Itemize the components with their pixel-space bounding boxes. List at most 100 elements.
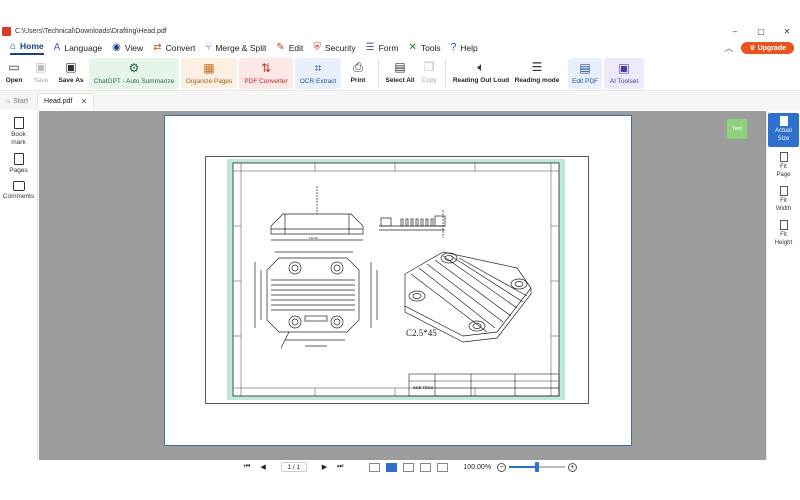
save-label: Save: [33, 77, 49, 84]
chamfer-note: C2.5*45: [406, 328, 437, 338]
menu-help[interactable]: ? Help: [451, 42, 478, 53]
ai-toolset-button[interactable]: ▣ AI Toolset: [604, 58, 644, 89]
upgrade-button[interactable]: ♛ Upgrade: [741, 41, 794, 54]
menu-tools[interactable]: ✕ Tools: [408, 42, 440, 53]
zoom-slider[interactable]: [509, 462, 566, 472]
next-page-button[interactable]: ▶: [322, 463, 327, 471]
actual-size-button[interactable]: Actual Size: [768, 113, 799, 147]
menu-label: Tools: [420, 42, 441, 53]
status-bar: ⏮ ◀ 1 / 1 ▶ ⏭ 100.00% − +: [0, 460, 800, 474]
menu-label: Form: [378, 42, 399, 53]
ribbon-toolbar: ▭ Open ▣ Save ▣ Save As ⚙ ChatGPT - Auto…: [0, 57, 800, 91]
pdf-converter-label: PDF Converter: [244, 78, 288, 85]
open-button[interactable]: ▭ Open: [0, 57, 28, 89]
reading-mode-icon: ☰: [531, 60, 543, 74]
collapse-ribbon-icon[interactable]: ︿: [724, 41, 733, 54]
convert-icon: ⇄: [153, 42, 162, 53]
menu-home[interactable]: ⌂ Home: [10, 41, 44, 55]
ai-icon: ▣: [618, 61, 630, 75]
language-icon: A: [53, 42, 61, 53]
prev-page-button[interactable]: ◀: [260, 463, 265, 471]
maximize-button[interactable]: ▢: [748, 27, 774, 36]
zoom-in-icon[interactable]: +: [568, 462, 578, 472]
menu-language[interactable]: A Language: [54, 42, 103, 53]
close-tab-icon[interactable]: ✕: [80, 97, 87, 106]
form-icon: ☰: [365, 42, 375, 53]
ocr-extract-button[interactable]: ⌗ OCR Extract: [295, 58, 341, 89]
select-all-button[interactable]: ▤ Select All: [383, 57, 417, 89]
title-block-company: SOE TECH: [413, 385, 434, 390]
text-tool-button[interactable]: Text: [727, 119, 747, 139]
home-icon: ⌂: [6, 97, 11, 105]
clipboard-icon: ▤: [394, 60, 406, 74]
ai-toolset-label: AI Toolset: [609, 78, 639, 85]
menu-convert[interactable]: ⇄ Convert: [153, 42, 195, 53]
app-icon: [2, 26, 11, 36]
save-as-label: Save As: [58, 77, 84, 84]
organize-pages-button[interactable]: ▦ Organize Pages: [181, 58, 237, 89]
menu-label: Language: [64, 42, 103, 53]
document-viewport[interactable]: 110.00 C2.5*45 SOE TECH Text: [39, 111, 766, 460]
chatgpt-label: ChatGPT - Auto Summarize: [93, 78, 175, 85]
fit-page-icon: [779, 152, 788, 162]
sidebar-item-pages[interactable]: Pages: [0, 153, 37, 175]
pages-label: Pages: [9, 167, 28, 174]
save-as-icon: ▣: [65, 60, 77, 74]
menu-view[interactable]: ◉ View: [112, 42, 143, 53]
first-page-button[interactable]: ⏮: [244, 463, 250, 471]
minimize-button[interactable]: –: [722, 27, 748, 36]
pdf-convert-icon: ⇅: [260, 61, 272, 75]
sidebar-item-comments[interactable]: Comments: [0, 181, 37, 201]
save-as-button[interactable]: ▣ Save As: [54, 57, 88, 89]
reading-mode-label: Reading mode: [514, 77, 560, 84]
zoom-out-icon[interactable]: −: [497, 462, 507, 472]
fit-width-button[interactable]: Fit Width: [767, 183, 800, 217]
page-number-input[interactable]: 1 / 1: [280, 462, 307, 472]
copy-icon: ❐: [423, 60, 435, 74]
menu-security[interactable]: ⛨ Security: [313, 42, 355, 53]
save-icon: ▣: [35, 60, 47, 74]
folder-icon: ▭: [8, 60, 20, 74]
comment-icon: [12, 181, 25, 191]
upgrade-label: Upgrade: [757, 44, 786, 52]
tab-start[interactable]: ⌂ Start: [0, 93, 34, 109]
zoom-value[interactable]: 100.00%: [463, 464, 491, 471]
fit-page-button[interactable]: Fit Page: [767, 149, 800, 183]
edit-pdf-button[interactable]: ▤ Edit PDF: [568, 58, 602, 89]
tab-head-pdf[interactable]: Head.pdf ✕: [37, 93, 95, 109]
edit-pdf-icon: ▤: [579, 61, 591, 75]
print-button[interactable]: ⎙ Print: [342, 57, 374, 89]
fit-height-label: Fit Height: [774, 232, 793, 246]
menu-merge-split[interactable]: ⑂ Merge & Split: [205, 42, 266, 53]
chatgpt-summarize-button[interactable]: ⚙ ChatGPT - Auto Summarize: [89, 58, 179, 89]
sidebar-item-bookmark[interactable]: Book mark: [0, 117, 37, 147]
continuous-view-icon[interactable]: [386, 462, 398, 472]
fit-width-label: Fit Width: [775, 198, 792, 212]
two-page-view-icon[interactable]: [403, 462, 415, 472]
menu-edit[interactable]: ✎ Edit: [276, 42, 303, 53]
save-button[interactable]: ▣ Save: [28, 57, 54, 89]
merge-icon: ⑂: [205, 42, 212, 53]
fit-height-button[interactable]: Fit Height: [767, 217, 800, 251]
single-page-view-icon[interactable]: [369, 462, 381, 472]
reading-out-loud-button[interactable]: 🔈︎ Reading Out Loud: [450, 57, 512, 89]
copy-button[interactable]: ❐ Copy: [417, 57, 441, 89]
ocr-label: OCR Extract: [299, 78, 337, 85]
organize-label: Organize Pages: [185, 78, 233, 85]
two-page-continuous-view-icon[interactable]: [420, 462, 432, 472]
zoom-slider-fill: [509, 466, 538, 468]
help-icon: ?: [450, 42, 457, 53]
menu-form[interactable]: ☰ Form: [366, 42, 399, 53]
book-view-icon[interactable]: [437, 462, 449, 472]
zoom-slider-knob[interactable]: [535, 462, 540, 472]
last-page-button[interactable]: ⏭: [337, 463, 343, 471]
printer-icon: ⎙: [353, 60, 363, 74]
menu-label: Merge & Split: [215, 42, 267, 53]
reading-mode-button[interactable]: ☰ Reading mode: [512, 57, 562, 89]
open-label: Open: [5, 77, 23, 84]
comments-label: Comments: [2, 193, 35, 200]
pen-icon: ✎: [276, 42, 285, 53]
close-window-button[interactable]: ✕: [774, 27, 800, 36]
menu-label: Help: [460, 42, 478, 53]
pdf-converter-button[interactable]: ⇅ PDF Converter: [239, 58, 293, 89]
